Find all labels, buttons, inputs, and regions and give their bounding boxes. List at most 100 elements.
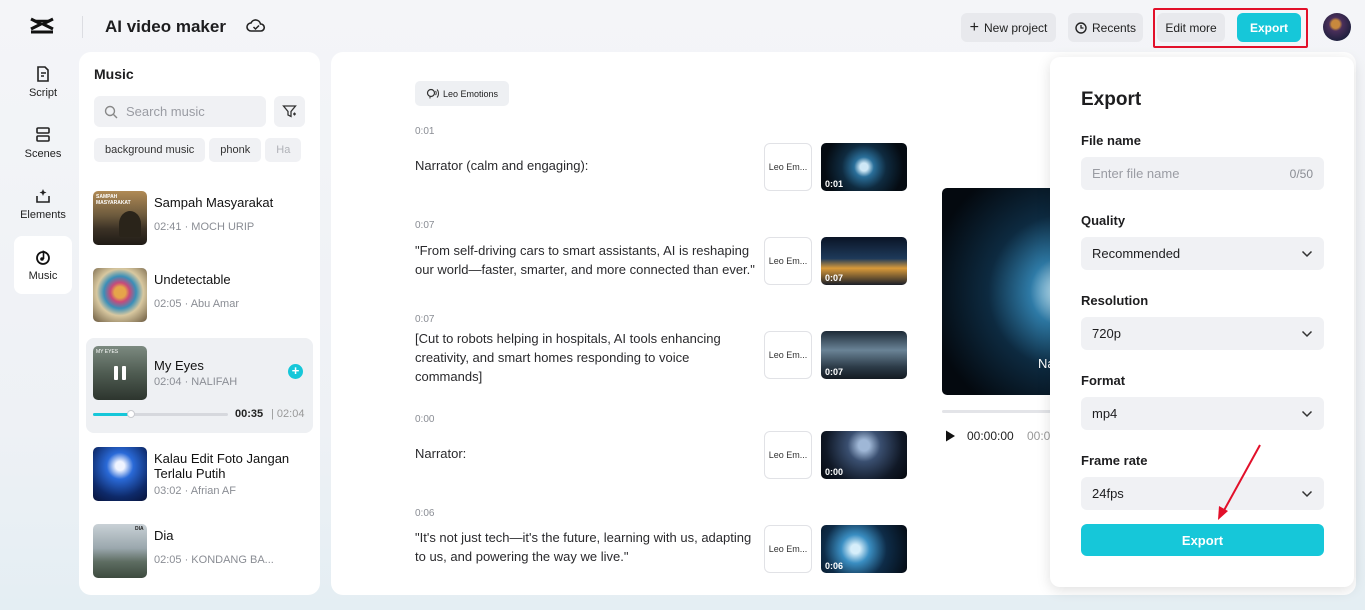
scene-text[interactable]: Narrator (calm and engaging): bbox=[415, 156, 760, 175]
track-item[interactable]: DIA Dia 02:05 · KONDANG BA... bbox=[86, 516, 313, 586]
elements-icon bbox=[34, 187, 52, 205]
scene-voice-box[interactable]: Leo Em... bbox=[764, 431, 812, 479]
chevron-down-icon bbox=[1301, 330, 1313, 338]
play-icon[interactable] bbox=[943, 429, 957, 443]
music-icon bbox=[34, 248, 52, 266]
track-progress-fill bbox=[93, 413, 131, 416]
nav-item-script[interactable]: Script bbox=[14, 53, 72, 111]
track-title: Undetectable bbox=[154, 272, 304, 287]
player-current-time: 00:00:00 bbox=[967, 429, 1014, 443]
export-confirm-button[interactable]: Export bbox=[1081, 524, 1324, 556]
track-thumbnail-text: DIA bbox=[135, 526, 144, 532]
export-panel: Export File name 0/50 Quality Recommende… bbox=[1050, 57, 1354, 587]
track-title: Sampah Masyarakat bbox=[154, 195, 304, 210]
nav-item-music[interactable]: Music bbox=[14, 236, 72, 294]
chip-phonk[interactable]: phonk bbox=[209, 138, 261, 162]
recents-button[interactable]: Recents bbox=[1068, 13, 1143, 42]
format-select[interactable]: mp4 bbox=[1081, 397, 1324, 430]
search-music-input[interactable] bbox=[126, 104, 256, 119]
scenes-icon bbox=[34, 126, 52, 144]
scene-voice-box[interactable]: Leo Em... bbox=[764, 331, 812, 379]
player-timeline[interactable] bbox=[942, 410, 1062, 413]
track-item[interactable]: Undetectable 02:05 · Abu Amar bbox=[86, 260, 313, 330]
new-project-button[interactable]: + New project bbox=[961, 13, 1056, 42]
chip-ha[interactable]: Ha bbox=[265, 138, 301, 162]
file-name-label: File name bbox=[1081, 133, 1141, 148]
resolution-label: Resolution bbox=[1081, 293, 1148, 308]
scene-clip-thumbnail[interactable]: 0:07 bbox=[821, 237, 907, 285]
cloud-save-icon[interactable] bbox=[246, 17, 266, 35]
scene-text[interactable]: "It's not just tech—it's the future, lea… bbox=[415, 528, 760, 566]
music-search[interactable] bbox=[94, 96, 266, 127]
clock-icon bbox=[1075, 22, 1087, 34]
format-value: mp4 bbox=[1092, 406, 1117, 421]
player-total-time: 00:0 bbox=[1027, 429, 1050, 443]
track-title: Kalau Edit Foto Jangan Terlalu Putih bbox=[154, 451, 304, 481]
export-panel-title: Export bbox=[1081, 89, 1141, 111]
chevron-down-icon bbox=[1301, 250, 1313, 258]
music-chip-row: background musicphonkHa bbox=[94, 138, 320, 162]
plus-icon: + bbox=[970, 22, 979, 34]
pause-icon[interactable] bbox=[93, 346, 147, 400]
track-item[interactable]: SAMPAH MASYARAKAT Sampah Masyarakat 02:4… bbox=[86, 183, 313, 253]
track-thumbnail-text: SAMPAH MASYARAKAT bbox=[96, 194, 128, 206]
scene-time: 0:01 bbox=[415, 126, 434, 137]
scene-clip-thumbnail[interactable]: 0:07 bbox=[821, 331, 907, 379]
track-meta: 03:02 · Afrian AF bbox=[154, 485, 304, 497]
scene-voice-box[interactable]: Leo Em... bbox=[764, 237, 812, 285]
resolution-select[interactable]: 720p bbox=[1081, 317, 1324, 350]
quality-select[interactable]: Recommended bbox=[1081, 237, 1324, 270]
file-name-field[interactable]: 0/50 bbox=[1081, 157, 1324, 190]
script-icon bbox=[34, 65, 52, 83]
scene-voice-box[interactable]: Leo Em... bbox=[764, 525, 812, 573]
divider bbox=[82, 16, 83, 38]
track-elapsed-time: 00:35 bbox=[235, 408, 263, 420]
track-title: Dia bbox=[154, 528, 304, 543]
scene-clip-thumbnail[interactable]: 0:06 bbox=[821, 525, 907, 573]
music-panel-title: Music bbox=[94, 66, 134, 82]
voice-selector-chip[interactable]: Leo Emotions bbox=[415, 81, 509, 106]
clip-duration: 0:01 bbox=[825, 179, 843, 189]
file-name-counter: 0/50 bbox=[1290, 167, 1313, 181]
scene-text[interactable]: [Cut to robots helping in hospitals, AI … bbox=[415, 329, 760, 386]
file-name-input[interactable] bbox=[1092, 166, 1272, 181]
nav-label: Elements bbox=[20, 209, 66, 221]
scene-text[interactable]: Narrator: bbox=[415, 444, 760, 463]
add-track-icon[interactable]: + bbox=[288, 364, 303, 379]
scene-text[interactable]: "From self-driving cars to smart assista… bbox=[415, 241, 760, 279]
chevron-down-icon bbox=[1301, 490, 1313, 498]
track-item[interactable]: Kalau Edit Foto Jangan Terlalu Putih 03:… bbox=[86, 439, 313, 509]
quality-value: Recommended bbox=[1092, 246, 1180, 261]
track-meta: 02:05 · Abu Amar bbox=[154, 298, 304, 310]
export-button-top[interactable]: Export bbox=[1237, 13, 1301, 42]
capcut-logo-icon[interactable] bbox=[28, 14, 56, 40]
scene-time: 0:07 bbox=[415, 314, 434, 325]
scene-clip-thumbnail[interactable]: 0:01 bbox=[821, 143, 907, 191]
chip-background-music[interactable]: background music bbox=[94, 138, 205, 162]
scene-clip-thumbnail[interactable]: 0:00 bbox=[821, 431, 907, 479]
clip-duration: 0:00 bbox=[825, 467, 843, 477]
frame-rate-select[interactable]: 24fps bbox=[1081, 477, 1324, 510]
track-item-playing[interactable]: MY EYES My Eyes 02:04 · NALIFAH + 00:35 … bbox=[86, 338, 313, 433]
clip-duration: 0:07 bbox=[825, 273, 843, 283]
edit-more-button[interactable]: Edit more bbox=[1157, 13, 1225, 42]
track-thumbnail: DIA bbox=[93, 524, 147, 578]
scene-time: 0:06 bbox=[415, 508, 434, 519]
voice-icon bbox=[426, 88, 439, 99]
filter-button[interactable] bbox=[274, 96, 305, 127]
new-project-label: New project bbox=[984, 21, 1047, 35]
user-avatar[interactable] bbox=[1323, 13, 1351, 41]
nav-item-elements[interactable]: Elements bbox=[14, 175, 72, 233]
track-meta: 02:41 · MOCH URIP bbox=[154, 221, 304, 233]
nav-label: Scenes bbox=[25, 148, 62, 160]
scene-voice-box[interactable]: Leo Em... bbox=[764, 143, 812, 191]
track-progress-knob[interactable] bbox=[127, 410, 135, 418]
clip-duration: 0:07 bbox=[825, 367, 843, 377]
scene-time: 0:07 bbox=[415, 220, 434, 231]
track-title: My Eyes bbox=[154, 358, 304, 373]
search-icon bbox=[104, 105, 118, 119]
track-thumbnail bbox=[93, 268, 147, 322]
nav-item-scenes[interactable]: Scenes bbox=[14, 114, 72, 172]
frame-rate-value: 24fps bbox=[1092, 486, 1124, 501]
track-progress-bar[interactable] bbox=[93, 413, 228, 416]
